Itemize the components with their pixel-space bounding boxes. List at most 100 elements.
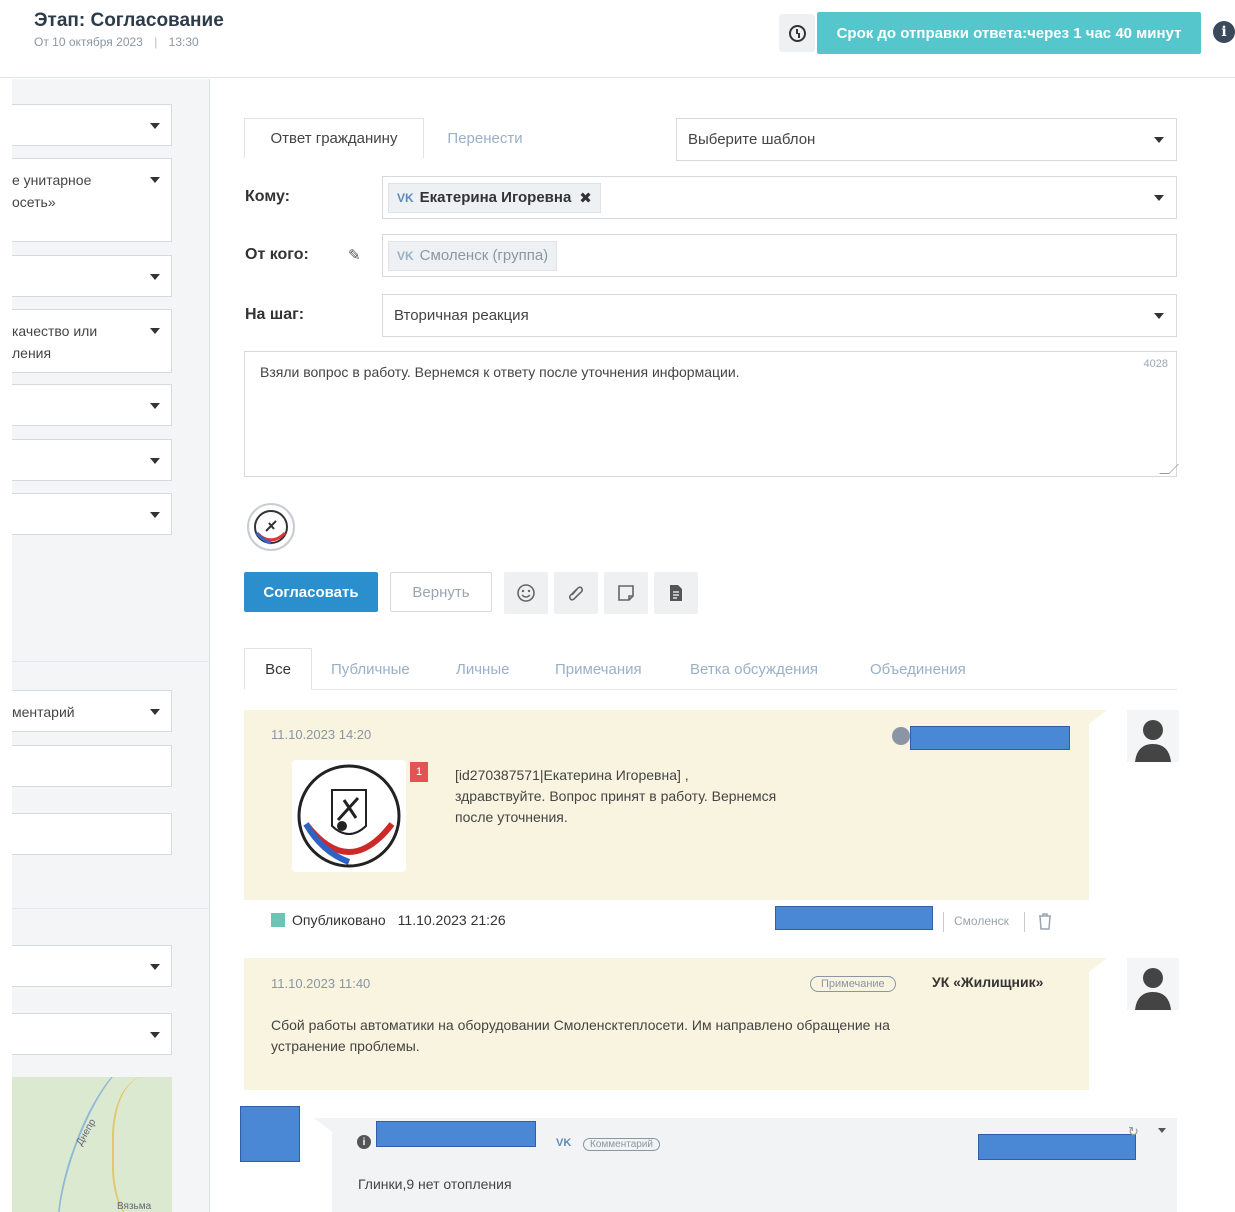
- stage-title: Этап: Согласование: [34, 10, 224, 31]
- left-select-5[interactable]: [12, 384, 172, 426]
- left-divider: [12, 661, 210, 662]
- avatar[interactable]: [1127, 710, 1179, 762]
- tab-merges[interactable]: Объединения: [870, 648, 966, 690]
- message-author: УК «Жилищник»: [932, 974, 1044, 990]
- chevron-down-icon: [150, 177, 160, 183]
- user-silhouette-icon: [1135, 968, 1171, 1010]
- template-placeholder: Выберите шаблон: [688, 131, 816, 148]
- tab-discussion[interactable]: Ветка обсуждения: [690, 648, 818, 690]
- redacted-field: [775, 906, 933, 930]
- tab-transfer[interactable]: Перенести: [430, 118, 540, 158]
- left-select-comment[interactable]: ментарий: [12, 690, 172, 732]
- step-select[interactable]: Вторичная реакция: [382, 294, 1177, 337]
- sender-name: Смоленск (группа): [419, 247, 549, 264]
- left-select-4[interactable]: качество или ления: [12, 309, 172, 373]
- recipient-chip[interactable]: VK Екатерина Игоревна ✖: [388, 182, 601, 213]
- left-divider: [12, 908, 210, 909]
- chevron-down-icon: [150, 328, 160, 334]
- attach-button[interactable]: [554, 572, 598, 614]
- message-textarea[interactable]: Взяли вопрос в работу. Вернемся к ответу…: [244, 351, 1179, 477]
- left-input-1[interactable]: [12, 745, 172, 787]
- info-icon[interactable]: i: [1213, 21, 1235, 43]
- step-value: Вторичная реакция: [394, 307, 529, 324]
- organization-emblem-icon: [297, 764, 401, 868]
- clock-icon: [788, 24, 806, 42]
- comment-pill-label: Комментарий: [583, 1138, 660, 1151]
- chevron-down-icon: [1154, 312, 1164, 319]
- message-text: Глинки,9 нет отопления: [358, 1176, 512, 1192]
- message-pointer: [1089, 710, 1107, 724]
- approve-button[interactable]: Согласовать: [244, 572, 378, 612]
- message-pointer: [1089, 958, 1107, 972]
- chevron-down-icon: [150, 709, 160, 715]
- source-label: Смоленск: [954, 914, 1009, 928]
- left-input-2[interactable]: [12, 813, 172, 855]
- remove-icon[interactable]: ✖: [579, 189, 592, 207]
- delete-button[interactable]: [1037, 912, 1053, 933]
- tab-all[interactable]: Все: [244, 648, 312, 690]
- left-select-6[interactable]: [12, 439, 172, 481]
- return-button[interactable]: Вернуть: [390, 572, 492, 612]
- tab-notes[interactable]: Примечания: [555, 648, 642, 690]
- stage-meta: От 10 октября 2023 | 13:30: [34, 35, 199, 49]
- recipient-name: Екатерина Игоревна: [419, 189, 572, 206]
- chevron-down-icon: [1154, 136, 1164, 143]
- map-preview[interactable]: Днепр Вязьма: [12, 1077, 172, 1212]
- stage-date: От 10 октября 2023: [34, 35, 143, 49]
- stage-time: 13:30: [168, 35, 199, 49]
- divider: [1024, 912, 1025, 932]
- chevron-down-icon[interactable]: [1158, 1128, 1166, 1133]
- info-icon: i: [357, 1135, 371, 1149]
- step-label: На шаг:: [245, 306, 305, 323]
- note-button[interactable]: [604, 572, 648, 614]
- organization-logo[interactable]: [247, 503, 295, 551]
- left-select-2[interactable]: е унитарное осеть»: [12, 158, 172, 242]
- sender-chip: VK Смоленск (группа): [388, 240, 558, 271]
- sticky-note-icon: [618, 585, 634, 601]
- emoji-button[interactable]: [504, 572, 548, 614]
- left-select-label: качество или ления: [12, 323, 98, 361]
- meta-divider: |: [154, 35, 158, 49]
- redacted-author: [910, 726, 1070, 750]
- message-image[interactable]: [292, 760, 406, 872]
- chevron-down-icon: [150, 1032, 160, 1038]
- vk-icon: VK: [556, 1137, 572, 1149]
- chevron-down-icon: [150, 403, 160, 409]
- status-date: 11.10.2023 21:26: [397, 912, 506, 928]
- message-text: Сбой работы автоматики на оборудовании С…: [271, 1017, 890, 1054]
- left-select-label: е унитарное осеть»: [12, 172, 92, 210]
- publish-status: Опубликовано 11.10.2023 21:26: [271, 912, 506, 928]
- left-select-8[interactable]: [12, 945, 172, 987]
- left-select-3[interactable]: [12, 255, 172, 297]
- tab-public[interactable]: Публичные: [331, 648, 410, 690]
- reply-icon[interactable]: ↻: [1128, 1124, 1139, 1140]
- resize-handle-icon[interactable]: [1159, 464, 1179, 474]
- left-select-9[interactable]: [12, 1013, 172, 1055]
- left-panel: е унитарное осеть» качество или ления ме…: [12, 79, 210, 1212]
- from-field[interactable]: VK Смоленск (группа): [382, 234, 1177, 277]
- smile-icon: [517, 584, 535, 602]
- logo-emblem-icon: [254, 510, 288, 545]
- message-text: Взяли вопрос в работу. Вернемся к ответу…: [260, 364, 740, 380]
- paperclip-icon: [568, 586, 584, 601]
- status-square-icon: [271, 913, 285, 927]
- page-header: Этап: Согласование От 10 октября 2023 | …: [0, 0, 1235, 78]
- chevron-down-icon: [150, 274, 160, 280]
- message-pointer: [314, 1118, 332, 1132]
- user-status-icon: [892, 727, 910, 745]
- left-select-1[interactable]: [12, 104, 172, 146]
- left-select-7[interactable]: [12, 493, 172, 535]
- to-field[interactable]: VK Екатерина Игоревна ✖: [382, 176, 1177, 219]
- tab-reply-citizen[interactable]: Ответ гражданину: [244, 118, 424, 158]
- clock-button[interactable]: [779, 14, 815, 52]
- to-label: Кому:: [245, 188, 290, 205]
- redacted-avatar: [240, 1106, 300, 1162]
- chevron-down-icon: [1154, 194, 1164, 201]
- avatar[interactable]: [1127, 958, 1179, 1010]
- message-date: 11.10.2023 11:40: [271, 976, 371, 991]
- template-select[interactable]: Выберите шаблон: [676, 118, 1177, 161]
- pencil-icon[interactable]: ✎: [348, 246, 361, 264]
- tab-private[interactable]: Личные: [456, 648, 509, 690]
- left-select-label: ментарий: [12, 704, 75, 720]
- document-button[interactable]: [654, 572, 698, 614]
